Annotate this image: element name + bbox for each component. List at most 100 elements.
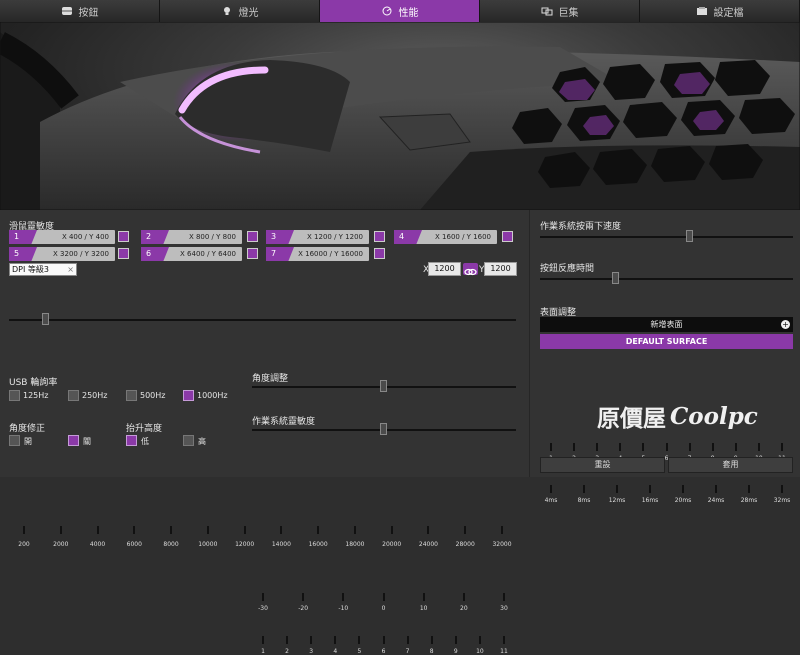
watermark-cn: 原價屋 <box>597 405 666 432</box>
lift-off-high-label: 高 <box>198 437 206 446</box>
dpi-color-swatch[interactable] <box>247 248 258 259</box>
slider-tick-label: 1 <box>261 648 265 655</box>
dpi-level-select[interactable]: DPI 等級3 × <box>9 263 77 276</box>
dpi-color-swatch[interactable] <box>118 231 129 242</box>
slider-tick <box>781 485 783 493</box>
tab-profile-label: 設定檔 <box>713 7 744 19</box>
apply-button[interactable]: 套用 <box>668 457 793 473</box>
slider-tick <box>478 636 481 644</box>
performance-panel: 滑鼠靈敏度 1X 400 / Y 400 2X 800 / Y 800 3X 1… <box>0 210 800 655</box>
lift-off-low-checkbox[interactable] <box>126 435 137 446</box>
default-surface-item[interactable]: DEFAULT SURFACE <box>540 334 793 349</box>
slider-tick-label: 0 <box>381 605 386 612</box>
angle-adjust-thumb[interactable] <box>380 380 387 392</box>
y-dpi-input[interactable]: 1200 <box>484 262 517 276</box>
angle-snap-on-checkbox[interactable] <box>9 435 20 446</box>
debounce-track[interactable] <box>540 278 793 280</box>
debounce-thumb[interactable] <box>612 272 619 284</box>
reset-button[interactable]: 重設 <box>540 457 665 473</box>
dpi-slot-number: 1 <box>9 230 37 244</box>
slider-tick <box>550 485 552 493</box>
slider-tick-label: 6000 <box>126 541 142 548</box>
double-click-track[interactable] <box>540 236 793 238</box>
dpi-slot-2[interactable]: 2 X 800 / Y 800 <box>141 230 242 244</box>
dpi-slot-number: 6 <box>141 247 169 261</box>
tab-performance[interactable]: 性能 <box>320 0 480 22</box>
tab-macro[interactable]: 巨集 <box>480 0 640 22</box>
os-sensitivity-thumb[interactable] <box>380 423 387 435</box>
dpi-label: DPI <box>12 265 26 274</box>
dpi-slot-1[interactable]: 1 X 400 / Y 400 <box>9 230 115 244</box>
slider-tick-label: 12ms <box>608 497 626 504</box>
slider-tick <box>206 526 209 534</box>
dpi-slider-track[interactable] <box>9 319 516 321</box>
x-dpi-input[interactable]: 1200 <box>428 262 461 276</box>
polling-500-checkbox[interactable] <box>126 390 137 401</box>
dpi-slot-5[interactable]: 5 X 3200 / Y 3200 <box>9 247 115 261</box>
slider-tick-label: 28ms <box>740 497 758 504</box>
slider-tick <box>501 526 503 534</box>
tab-profile[interactable]: 設定檔 <box>640 0 800 22</box>
slider-tick-label: 8000 <box>163 541 179 548</box>
tab-macro-label: 巨集 <box>558 7 579 19</box>
slider-tick <box>583 485 585 493</box>
slider-tick <box>616 485 618 493</box>
dpi-color-swatch[interactable] <box>374 231 385 242</box>
slider-tick-label: 4ms <box>544 497 558 504</box>
slider-tick <box>262 593 264 601</box>
performance-icon <box>381 6 393 16</box>
dpi-color-swatch[interactable] <box>502 231 513 242</box>
tab-bar: 按鈕 燈光 性能 巨集 設定檔 <box>0 0 800 22</box>
slider-tick <box>262 636 264 644</box>
slider-tick-label: -30 <box>258 605 268 612</box>
dpi-slot-6[interactable]: 6 X 6400 / Y 6400 <box>141 247 242 261</box>
slider-tick-label: 10000 <box>198 541 218 548</box>
double-click-title: 作業系統按兩下速度 <box>540 222 622 232</box>
slider-tick <box>573 443 576 451</box>
dpi-level-value: 等級3 <box>27 265 49 274</box>
tab-buttons[interactable]: 按鈕 <box>0 0 160 22</box>
tab-lighting[interactable]: 燈光 <box>160 0 320 22</box>
slider-tick-label: 20000 <box>382 541 402 548</box>
slider-tick-label: 30 <box>500 605 508 612</box>
mouse-icon <box>61 6 73 16</box>
tab-buttons-label: 按鈕 <box>78 7 99 19</box>
dpi-slot-7[interactable]: 7 X 16000 / Y 16000 <box>266 247 369 261</box>
dpi-slot-3[interactable]: 3 X 1200 / Y 1200 <box>266 230 369 244</box>
polling-125-checkbox[interactable] <box>9 390 20 401</box>
dpi-color-swatch[interactable] <box>374 248 385 259</box>
slider-tick-label: 10 <box>419 605 428 612</box>
dpi-slot-4[interactable]: 4 X 1600 / Y 1600 <box>394 230 497 244</box>
angle-snap-off-checkbox[interactable] <box>68 435 79 446</box>
slider-tick-label: 2 <box>285 648 290 655</box>
polling-125-label: 125Hz <box>23 391 49 400</box>
slider-tick <box>96 526 99 534</box>
slider-tick-label: 24000 <box>418 541 438 548</box>
slider-tick <box>682 485 684 493</box>
slider-tick-label: 16ms <box>641 497 659 504</box>
polling-1000-checkbox[interactable] <box>183 390 194 401</box>
double-click-thumb[interactable] <box>686 230 693 242</box>
dpi-color-swatch[interactable] <box>247 231 258 242</box>
lift-off-high-checkbox[interactable] <box>183 435 194 446</box>
slider-tick <box>353 526 356 534</box>
slider-tick-label: 9 <box>453 648 458 655</box>
slider-tick <box>427 526 430 534</box>
slider-tick <box>59 526 62 534</box>
dpi-slot-value: X 400 / Y 400 <box>61 233 109 241</box>
slider-tick <box>243 526 246 534</box>
polling-250-checkbox[interactable] <box>68 390 79 401</box>
slider-tick <box>382 636 385 644</box>
angle-snap-on-label: 開 <box>24 437 32 446</box>
link-xy-icon[interactable] <box>463 263 478 276</box>
profile-icon <box>696 6 708 16</box>
new-surface-button[interactable]: 新增表面 + <box>540 317 793 332</box>
slider-tick <box>382 593 385 601</box>
slider-tick-label: 10 <box>476 648 484 655</box>
slider-tick-label: 3 <box>309 648 314 655</box>
angle-snap-off-label: 關 <box>83 437 91 446</box>
slider-tick <box>665 443 668 451</box>
dpi-slider-thumb[interactable] <box>42 313 49 325</box>
dpi-color-swatch[interactable] <box>118 248 129 259</box>
clear-icon[interactable]: × <box>67 264 74 275</box>
